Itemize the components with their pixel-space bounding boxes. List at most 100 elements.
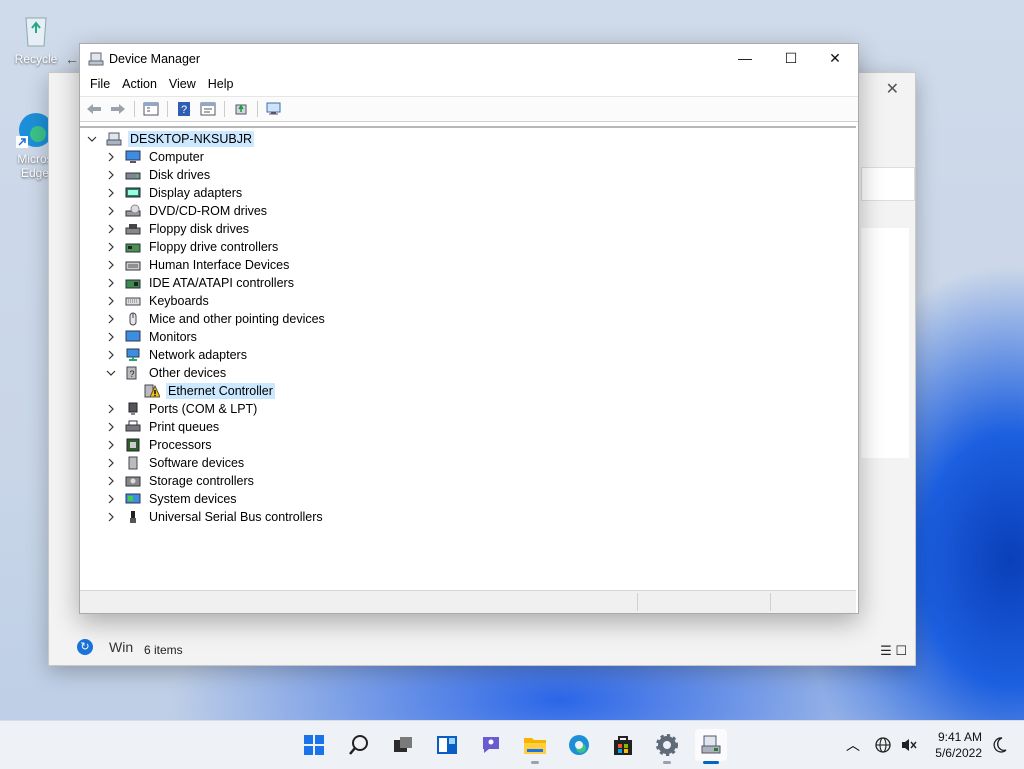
show-hide-console-tree-button[interactable] (141, 100, 161, 118)
tree-node[interactable]: Computer (105, 148, 206, 166)
forward-arrow-icon (111, 104, 125, 114)
menu-file[interactable]: File (84, 74, 116, 96)
chevron-right-icon[interactable] (105, 313, 117, 325)
tree-node[interactable]: Monitors (105, 328, 199, 346)
tree-node[interactable]: Universal Serial Bus controllers (105, 508, 325, 526)
view-toggle[interactable]: ☰ ☐ (880, 643, 907, 659)
chevron-right-icon[interactable] (105, 277, 117, 289)
processor-icon (125, 438, 141, 452)
chevron-right-icon[interactable] (105, 205, 117, 217)
forward-button[interactable] (108, 100, 128, 118)
tree-node[interactable]: Network adapters (105, 346, 249, 364)
minimize-button[interactable]: — (722, 44, 768, 74)
settings-button[interactable] (651, 729, 683, 764)
tree-node[interactable]: Floppy drive controllers (105, 238, 280, 256)
chevron-right-icon[interactable] (105, 403, 117, 415)
chevron-down-icon[interactable] (105, 367, 117, 379)
tree-node[interactable]: Mice and other pointing devices (105, 310, 327, 328)
chevron-right-icon[interactable] (105, 223, 117, 235)
tree-node[interactable]: DESKTOP-NKSUBJR (86, 130, 255, 148)
tree-node[interactable]: Ethernet Controller (124, 382, 275, 400)
store-icon (614, 736, 632, 755)
chevron-right-icon[interactable] (105, 349, 117, 361)
maximize-button[interactable]: ☐ (768, 44, 814, 74)
tree-node[interactable]: System devices (105, 490, 239, 508)
tree-node[interactable]: Storage controllers (105, 472, 256, 490)
speaker-muted-icon[interactable] (900, 736, 918, 754)
tree-node-label: Storage controllers (149, 474, 254, 488)
menu-action[interactable]: Action (116, 74, 163, 96)
chevron-right-icon[interactable] (105, 241, 117, 253)
tree-node[interactable]: Software devices (105, 454, 246, 472)
tree-node[interactable]: Disk drives (105, 166, 212, 184)
chevron-down-icon[interactable] (86, 133, 98, 145)
chevron-right-icon[interactable] (105, 475, 117, 487)
computer-root-icon (106, 132, 122, 146)
chevron-right-icon[interactable] (105, 421, 117, 433)
chevron-right-icon[interactable] (105, 295, 117, 307)
device-manager-taskbar-button[interactable] (695, 729, 727, 764)
tree-node-label: System devices (149, 492, 237, 506)
chevron-right-icon[interactable] (105, 151, 117, 163)
chevron-right-icon[interactable] (105, 439, 117, 451)
tree-node[interactable]: Display adapters (105, 184, 244, 202)
search-box[interactable] (861, 167, 915, 201)
store-button[interactable] (607, 729, 639, 761)
tree-node-label: Floppy disk drives (149, 222, 250, 236)
back-button[interactable] (84, 100, 104, 118)
tree-node[interactable]: IDE ATA/ATAPI controllers (105, 274, 296, 292)
tree-node[interactable]: ? Other devices (105, 364, 228, 382)
warning-device-icon (144, 384, 160, 398)
search-button[interactable] (343, 729, 375, 761)
show-hidden-icons-chevron-up-icon[interactable]: ︿ (846, 735, 860, 755)
toolbar-separator (224, 101, 225, 117)
search-icon (349, 735, 368, 755)
edge-icon (569, 735, 589, 755)
tree-node[interactable]: Processors (105, 436, 214, 454)
help-button[interactable]: ? (174, 100, 194, 118)
tree-node[interactable]: DVD/CD-ROM drives (105, 202, 269, 220)
properties-button[interactable] (198, 100, 218, 118)
chevron-right-icon[interactable] (105, 493, 117, 505)
chevron-right-icon[interactable] (105, 169, 117, 181)
notification-moon-icon[interactable] (990, 736, 1008, 754)
widgets-button[interactable] (431, 729, 463, 761)
tree-node[interactable]: Keyboards (105, 292, 211, 310)
desktop-icon-recycle-bin[interactable]: Recycle (6, 10, 66, 66)
status-bar (80, 590, 856, 613)
chevron-right-icon[interactable] (105, 457, 117, 469)
tree-node-label: Print queues (149, 420, 220, 434)
running-indicator (663, 761, 671, 764)
tree-node-label: Ports (COM & LPT) (149, 402, 258, 416)
chevron-right-icon[interactable] (105, 331, 117, 343)
device-tree[interactable]: DESKTOP-NKSUBJR Computer Disk drives Displa… (80, 126, 856, 591)
other-devices-icon: ? (125, 366, 141, 380)
chat-button[interactable] (475, 729, 507, 761)
update-driver-button[interactable] (231, 100, 251, 118)
back-arrow-icon[interactable]: ← (65, 51, 79, 67)
title-bar[interactable]: Device Manager — ☐ ✕ (80, 44, 858, 74)
tiles-view-icon[interactable]: ☐ (895, 643, 907, 658)
network-globe-icon[interactable] (874, 736, 892, 754)
start-button[interactable] (298, 729, 330, 761)
tree-node[interactable]: Human Interface Devices (105, 256, 291, 274)
file-explorer-button[interactable] (519, 729, 551, 764)
edge-button[interactable] (563, 729, 595, 761)
menu-view[interactable]: View (163, 74, 202, 96)
tree-node[interactable]: Floppy disk drives (105, 220, 251, 238)
details-view-icon[interactable]: ☰ (880, 643, 892, 658)
chevron-right-icon[interactable] (105, 511, 117, 523)
clock[interactable]: 9:41 AM 5/6/2022 (935, 729, 982, 761)
device-manager-window[interactable]: Device Manager — ☐ ✕ File Action View He… (79, 43, 859, 614)
task-view-button[interactable] (387, 729, 419, 761)
menu-help[interactable]: Help (202, 74, 240, 96)
close-button[interactable]: ✕ (812, 44, 858, 74)
chevron-right-icon[interactable] (105, 259, 117, 271)
chevron-right-icon[interactable] (105, 187, 117, 199)
tree-node[interactable]: Print queues (105, 418, 221, 436)
close-icon[interactable]: ✕ (886, 79, 899, 99)
mouse-icon (125, 312, 141, 326)
scan-hardware-button[interactable] (264, 100, 284, 118)
tree-node[interactable]: Ports (COM & LPT) (105, 400, 259, 418)
